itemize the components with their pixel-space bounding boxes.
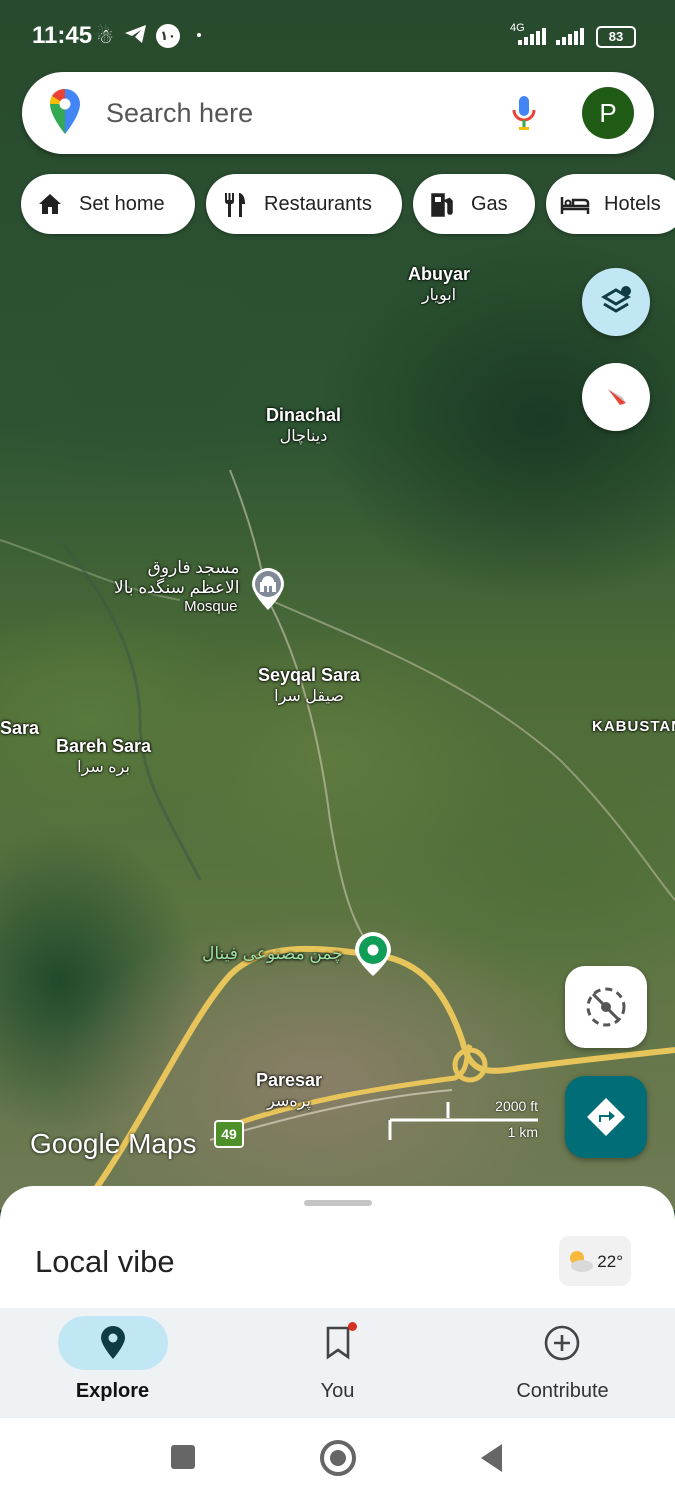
gas-station-icon	[431, 193, 453, 217]
place-label-dinachal[interactable]: Dinachal دیناچال	[266, 405, 341, 446]
directions-button[interactable]	[565, 1076, 647, 1158]
status-bar: 11:45 ☃ ١٠ 4G 83	[0, 0, 675, 70]
weather-badge[interactable]: 22°	[559, 1236, 631, 1286]
notification-dot	[348, 1322, 357, 1331]
pin-place-label[interactable]: چمن مصنوعی فینال	[202, 944, 343, 964]
notification-icon-1: ☃	[96, 26, 114, 48]
chip-hotels[interactable]: Hotels	[546, 174, 675, 234]
avatar[interactable]: P	[582, 87, 634, 139]
place-label-seyqal-sara[interactable]: Seyqal Sara صیقل سرا	[258, 665, 360, 706]
scale-bar: 2000 ft 1 km	[388, 1098, 540, 1142]
recents-button[interactable]	[171, 1445, 195, 1469]
chip-set-home-label: Set home	[79, 193, 165, 215]
signal-icon-2	[552, 26, 592, 51]
add-circle-icon	[544, 1325, 580, 1361]
google-maps-logo-icon	[48, 88, 82, 141]
tab-explore[interactable]: Explore	[0, 1308, 225, 1418]
home-button[interactable]	[320, 1440, 356, 1476]
sheet-title: Local vibe	[35, 1244, 175, 1279]
chip-gas[interactable]: Gas	[413, 174, 535, 234]
home-icon	[39, 194, 61, 214]
place-pin-icon[interactable]	[352, 930, 394, 978]
place-label-paresar[interactable]: Paresar پره‌سر	[256, 1070, 322, 1111]
status-time: 11:45	[32, 22, 93, 49]
hotel-icon	[560, 197, 590, 214]
bookmark-icon	[326, 1326, 350, 1360]
tab-contribute[interactable]: Contribute	[450, 1308, 675, 1418]
location-pin-icon	[101, 1326, 125, 1359]
telegram-icon	[124, 23, 148, 50]
location-off-icon	[586, 987, 626, 1027]
layers-icon	[601, 286, 631, 313]
bottom-sheet[interactable]: Local vibe 22°	[0, 1186, 675, 1316]
route-shield: 49	[214, 1120, 244, 1148]
chip-hotels-label: Hotels	[604, 193, 661, 215]
scale-imperial: 2000 ft	[495, 1098, 538, 1114]
layers-button[interactable]	[582, 268, 650, 336]
microphone-icon[interactable]	[510, 94, 538, 139]
my-location-button[interactable]	[565, 966, 647, 1048]
chip-restaurants-label: Restaurants	[264, 193, 372, 215]
place-label-kabustan[interactable]: KABUSTAN	[592, 718, 675, 735]
chip-gas-label: Gas	[471, 193, 508, 215]
search-input[interactable]: Search here	[106, 98, 253, 129]
temperature: 22°	[597, 1252, 623, 1271]
tab-you[interactable]: You	[225, 1308, 450, 1418]
tab-contribute-label: Contribute	[516, 1380, 609, 1402]
place-label-bareh-sara[interactable]: Bareh Sara بره سرا	[56, 736, 151, 777]
compass-icon	[608, 389, 626, 405]
scale-metric: 1 km	[507, 1124, 538, 1140]
dot-icon	[197, 33, 201, 37]
place-label-abuyar[interactable]: Abuyar ابویار	[408, 264, 470, 305]
bottom-nav: Explore You Contribute	[0, 1308, 675, 1418]
search-bar[interactable]: Search here P	[22, 72, 654, 154]
tab-you-label: You	[320, 1380, 355, 1402]
chip-set-home[interactable]: Set home	[21, 174, 195, 234]
place-label-mosque[interactable]: مسجد فاروق الاعظم سنگده بالا Mosque	[114, 558, 239, 615]
sheet-drag-handle[interactable]	[304, 1200, 372, 1206]
back-button[interactable]	[478, 1442, 506, 1474]
place-label-sara[interactable]: Sara	[0, 718, 39, 739]
google-maps-watermark: Google Maps	[30, 1128, 197, 1159]
signal-icon-1	[510, 26, 550, 51]
notification-count-badge: ١٠	[156, 24, 180, 48]
directions-icon	[587, 1098, 625, 1136]
mosque-pin-icon[interactable]	[248, 564, 288, 612]
restaurant-icon	[225, 193, 245, 217]
chip-restaurants[interactable]: Restaurants	[206, 174, 402, 234]
system-nav-bar	[0, 1418, 675, 1500]
tab-explore-label: Explore	[75, 1380, 150, 1402]
battery-icon: 83	[596, 26, 636, 48]
partly-cloudy-icon	[570, 1251, 593, 1272]
home-button-dot	[330, 1450, 346, 1466]
compass-button[interactable]	[582, 363, 650, 431]
